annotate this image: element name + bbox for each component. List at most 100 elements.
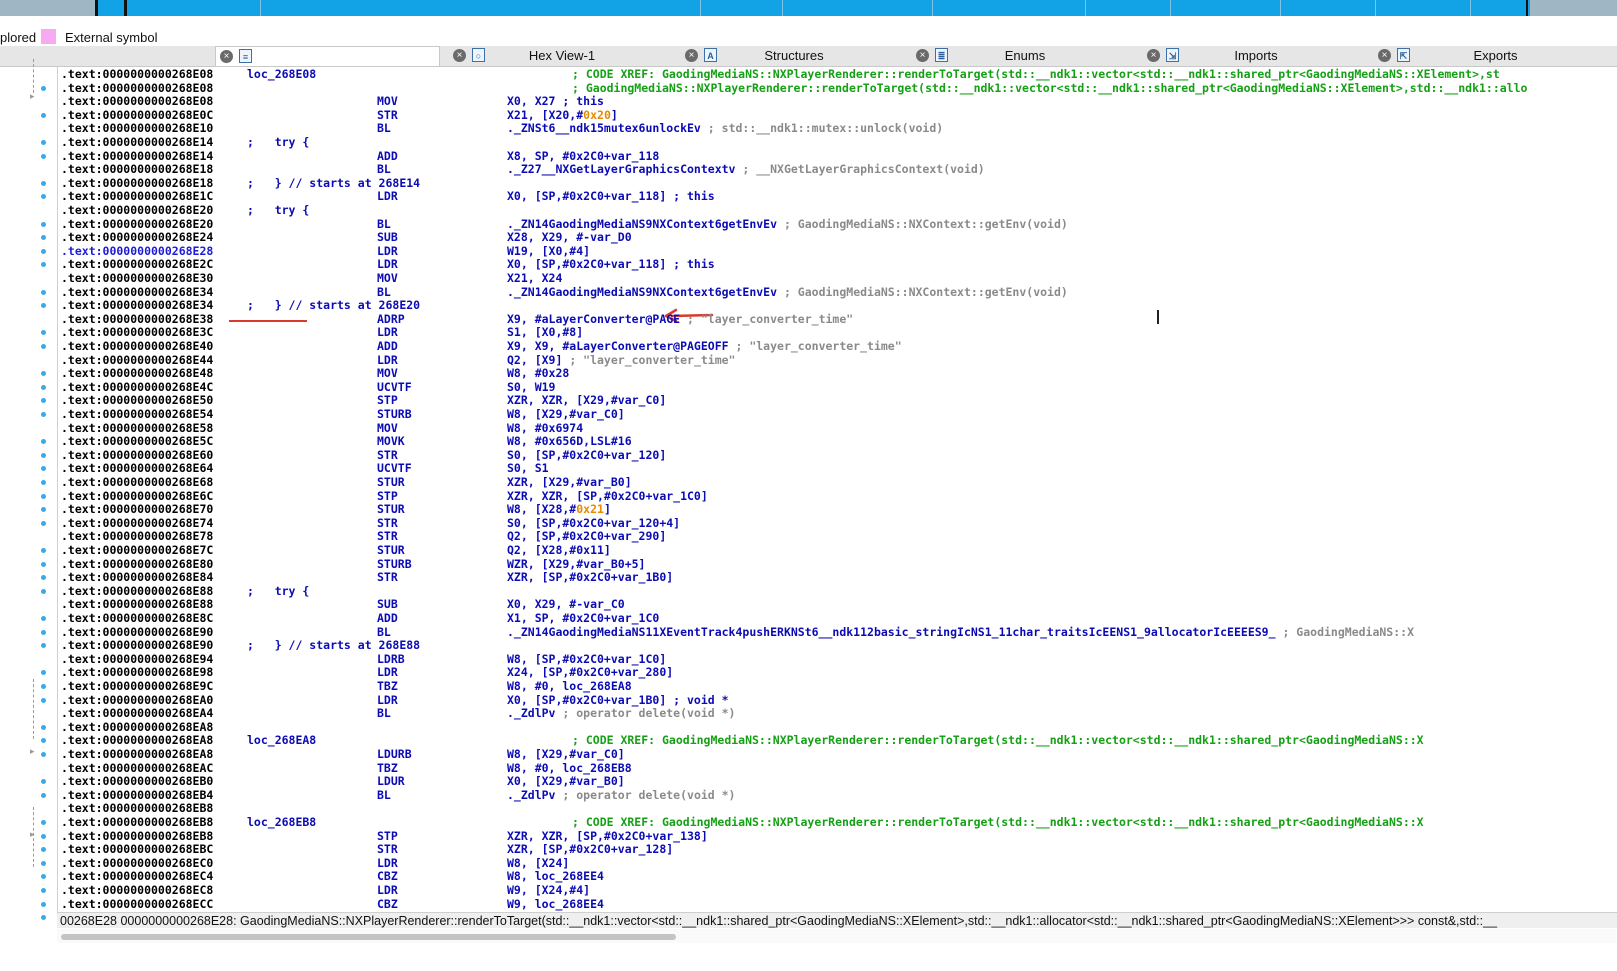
breakpoint-dot[interactable] (41, 833, 46, 839)
breakpoint-dot[interactable] (41, 85, 46, 91)
instruction-mnemonic: MOV (377, 271, 398, 285)
flow-arrow-icon: ▸ (30, 91, 35, 101)
line-address: .text:0000000000268E64 (61, 461, 214, 476)
nav-band-segment (124, 0, 127, 16)
tab-exports[interactable]: × ⇱ Exports (1374, 46, 1617, 66)
line-address: .text:0000000000268E3C (61, 325, 214, 340)
breakpoint-dot[interactable] (41, 684, 46, 689)
breakpoint-dot[interactable] (41, 180, 46, 186)
operand-text: XZR, [X29,#var_B0] (507, 475, 632, 489)
breakpoint-dot[interactable] (41, 371, 46, 377)
breakpoint-dot[interactable] (41, 140, 46, 145)
breakpoint-dot[interactable] (41, 792, 46, 798)
breakpoint-dot[interactable] (41, 752, 46, 757)
breakpoint-dot[interactable] (41, 303, 46, 309)
breakpoint-dot[interactable] (41, 575, 46, 581)
breakpoint-dot[interactable] (41, 820, 46, 825)
xref-comment: ; CODE XREF: GaodingMediaNS::NXPlayerRen… (572, 733, 1424, 748)
breakpoint-dot[interactable] (41, 452, 46, 458)
breakpoint-dot[interactable] (41, 874, 46, 880)
operand-text: XZR, [SP,#0x2C0+var_1B0] (507, 570, 674, 585)
breakpoint-dot[interactable] (41, 194, 46, 200)
instruction-operands: W9, [X24,#4] (507, 883, 590, 897)
instruction-operands: X0, X27 ; this (507, 94, 604, 108)
breakpoint-dot[interactable] (41, 466, 46, 472)
operand-text: W8, #0x6974 (507, 420, 584, 435)
breakpoint-dot[interactable] (41, 847, 46, 853)
breakpoint-dot[interactable] (41, 724, 46, 730)
breakpoint-dot[interactable] (41, 561, 46, 567)
tab-imports[interactable]: × ⇲ Imports (1143, 46, 1369, 66)
tab-enums[interactable]: × ≣ Enums (912, 46, 1138, 66)
tab-ida-view[interactable]: × ≡ (215, 46, 440, 66)
tab-label: Enums (1004, 48, 1046, 63)
breakpoint-dot[interactable] (41, 507, 46, 513)
breakpoint-dot[interactable] (41, 901, 46, 907)
tab-label: Structures (764, 48, 824, 63)
line-address: .text:0000000000268EB8 (61, 801, 214, 816)
operand-offset: 0x21 (576, 502, 604, 517)
tab-hex-view[interactable]: × ○ Hex View-1 (449, 46, 675, 66)
breakpoint-dot[interactable] (41, 112, 46, 118)
breakpoint-dot[interactable] (41, 548, 46, 553)
navigation-band[interactable] (0, 0, 1617, 16)
try-block-comment: ; } // starts at 268E20 (247, 298, 421, 313)
instruction-operands: S1, [X0,#8] (507, 325, 583, 339)
line-address: .text:0000000000268EC4 (61, 869, 214, 884)
line-address: .text:0000000000268E38 (61, 311, 214, 326)
tab-structures[interactable]: × A Structures (681, 46, 907, 66)
breakpoint-dot[interactable] (41, 670, 46, 676)
breakpoint-dot[interactable] (41, 248, 46, 254)
breakpoint-dot[interactable] (41, 330, 46, 336)
instruction-mnemonic: ADD (377, 148, 398, 163)
breakpoint-dot[interactable] (41, 235, 46, 241)
breakpoint-dot[interactable] (41, 520, 46, 526)
breakpoint-dot[interactable] (41, 439, 46, 445)
try-block-comment: ; try { (247, 135, 310, 149)
breakpoint-dot[interactable] (41, 588, 46, 594)
horizontal-scrollbar[interactable] (57, 929, 1617, 943)
breakpoint-dot[interactable] (41, 262, 46, 268)
instruction-mnemonic: LDR (377, 257, 398, 272)
scrollbar-thumb[interactable] (61, 934, 676, 940)
breakpoint-dot[interactable] (41, 629, 46, 635)
breakpoint-dot[interactable] (41, 398, 46, 404)
breakpoint-dot[interactable] (41, 221, 46, 227)
operand-text: W8, [X24] (507, 855, 570, 870)
instruction-mnemonic: BL (377, 787, 391, 802)
breakpoint-dot[interactable] (41, 888, 46, 893)
breakpoint-dot[interactable] (41, 915, 46, 921)
breakpoint-dot[interactable] (41, 779, 46, 785)
xref-comment: ; CODE XREF: GaodingMediaNS::NXPlayerRen… (572, 815, 1424, 829)
line-comment: ; operator delete(void *) (555, 706, 736, 721)
disassembly-listing[interactable]: .text:0000000000268E08 loc_268E08 ; CODE X… (57, 67, 1617, 912)
line-address: .text:0000000000268EA4 (61, 706, 214, 721)
breakpoint-dot[interactable] (41, 616, 46, 621)
operand-text: W8, [X28,# (507, 502, 577, 517)
operand-text: W8, #0x28 (507, 366, 570, 381)
breakpoint-dot[interactable] (41, 697, 46, 703)
breakpoint-dot[interactable] (41, 493, 46, 499)
instruction-operands: X0, [SP,#0x2C0+var_118] ; this (507, 189, 715, 203)
instruction-operands: W8, [X28,#0x21] (507, 502, 611, 516)
breakpoint-dot[interactable] (41, 480, 46, 485)
breakpoint-dot[interactable] (41, 153, 46, 159)
line-address: .text:0000000000268E60 (61, 447, 214, 462)
breakpoint-dot[interactable] (41, 860, 46, 866)
line-comment: ; GaodingMediaNS::NXContext::getEnv(void… (777, 284, 1068, 299)
breakpoint-dot[interactable] (41, 289, 46, 295)
operand-text: S0, [SP,#0x2C0+var_120+4] (507, 515, 681, 530)
breakpoint-dot[interactable] (41, 384, 46, 390)
breakpoint-dot[interactable] (41, 643, 46, 649)
line-address: .text:0000000000268EB8 (61, 815, 214, 829)
breakpoint-dot[interactable] (41, 738, 46, 744)
line-address: .text:0000000000268E34 (61, 298, 214, 313)
breakpoint-dot[interactable] (41, 412, 46, 417)
breakpoint-dot[interactable] (41, 344, 46, 349)
close-icon[interactable]: × (220, 50, 233, 63)
operand-text: X21, X24 (507, 271, 563, 285)
operand-text: X9, #aLayerConverter@PAGE (507, 311, 681, 326)
operand-text: WZR, [X29,#var_B0+5] (507, 556, 646, 571)
instruction-mnemonic: STURB (377, 556, 412, 571)
code-label: loc_268EB8 (247, 815, 317, 829)
